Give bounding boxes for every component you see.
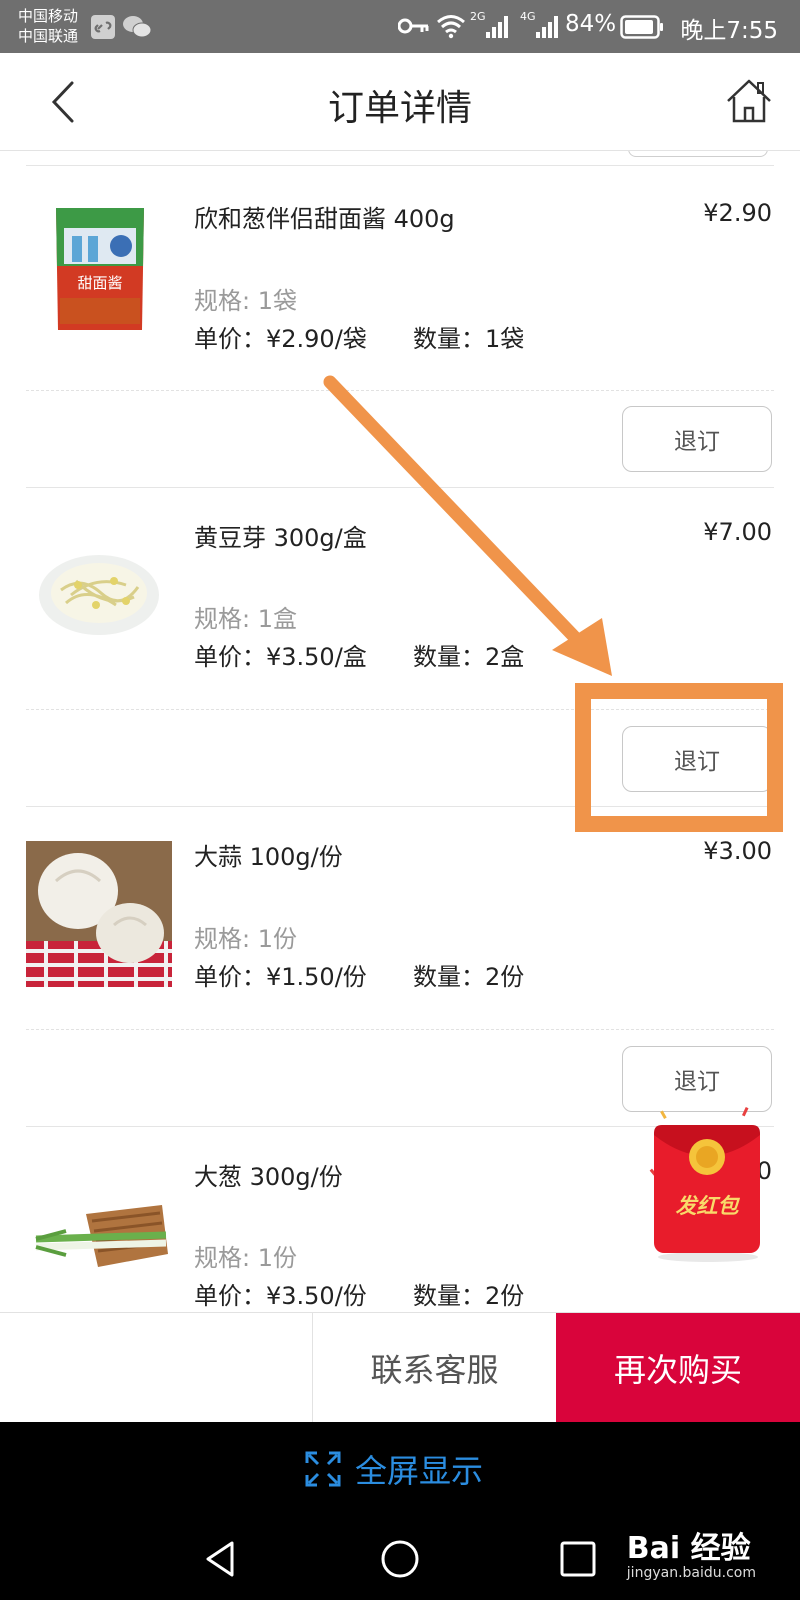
page-title: 订单详情 bbox=[327, 88, 472, 129]
product-image-garlic bbox=[26, 841, 172, 987]
item-name: 大葱 300g/份 bbox=[194, 1163, 343, 1191]
item-divider-dashed bbox=[26, 390, 774, 391]
item-name: 黄豆芽 300g/盒 bbox=[194, 524, 367, 552]
red-packet-button[interactable]: 发红包 bbox=[648, 1105, 766, 1265]
item-unit-price: 单价：¥2.90/袋 bbox=[194, 325, 367, 353]
page-header: 订单详情 bbox=[0, 53, 800, 151]
item-quantity: 数量：2盒 bbox=[413, 643, 525, 671]
refund-button[interactable]: 退订 bbox=[622, 1046, 772, 1112]
battery-icon bbox=[620, 15, 663, 39]
item-divider bbox=[26, 165, 774, 166]
item-spec: 规格: 1袋 bbox=[194, 287, 297, 315]
item-price: ¥7.00 bbox=[703, 518, 772, 546]
item-spec: 规格: 1份 bbox=[194, 925, 297, 953]
carrier-2: 中国联通 bbox=[18, 27, 79, 45]
bottom-action-bar: 联系客服 再次购买 bbox=[0, 1312, 800, 1423]
item-name: 欣和葱伴侣甜面酱 400g bbox=[194, 205, 455, 233]
red-packet-label: 发红包 bbox=[676, 1194, 741, 1218]
item-spec: 规格: 1份 bbox=[194, 1244, 297, 1272]
refund-button-partial[interactable] bbox=[628, 151, 768, 157]
fullscreen-icon bbox=[305, 1451, 341, 1487]
home-icon[interactable] bbox=[724, 77, 774, 127]
item-price: ¥2.90 bbox=[703, 199, 772, 227]
item-spec: 规格: 1盒 bbox=[194, 605, 297, 633]
fullscreen-button[interactable]: 全屏显示 bbox=[305, 1446, 483, 1492]
contact-service-button[interactable]: 联系客服 bbox=[312, 1313, 556, 1423]
watermark-url: jingyan.baidu.com bbox=[626, 1565, 756, 1581]
item-quantity: 数量：2份 bbox=[413, 963, 525, 991]
item-unit-price: 单价：¥3.50/份 bbox=[194, 1282, 367, 1310]
item-price: ¥3.00 bbox=[703, 837, 772, 865]
refund-button[interactable]: 退订 bbox=[622, 406, 772, 472]
fullscreen-label: 全屏显示 bbox=[355, 1452, 484, 1490]
item-quantity: 数量：2份 bbox=[413, 1282, 525, 1310]
item-divider-dashed bbox=[26, 709, 774, 710]
system-nav-bar: Bai 经验 jingyan.baidu.com bbox=[0, 1517, 800, 1600]
wechat-icon bbox=[123, 16, 152, 38]
item-divider bbox=[26, 806, 774, 807]
item-divider-dashed bbox=[26, 1029, 774, 1030]
product-image-label: 甜面酱 bbox=[77, 274, 122, 292]
buy-again-button[interactable]: 再次购买 bbox=[556, 1313, 800, 1423]
item-divider bbox=[26, 487, 774, 488]
nav-recents-icon[interactable] bbox=[554, 1535, 602, 1583]
item-unit-price: 单价：¥3.50/盒 bbox=[194, 643, 367, 671]
status-bar: 中国移动 中国联通 2G 4G 84% 晚上7:55 bbox=[0, 0, 800, 53]
signal-icon-2 bbox=[536, 16, 558, 38]
key-icon bbox=[398, 18, 429, 34]
refund-button[interactable]: 退订 bbox=[622, 726, 772, 792]
product-image-sweet-bean-sauce: 甜面酱 bbox=[26, 196, 172, 342]
item-quantity: 数量：1袋 bbox=[413, 325, 525, 353]
clock: 晚上7:55 bbox=[680, 18, 778, 44]
item-name: 大蒜 100g/份 bbox=[194, 843, 343, 871]
watermark-logo: Bai 经验 bbox=[626, 1531, 751, 1566]
nav-home-icon[interactable] bbox=[376, 1535, 424, 1583]
battery-percent: 84% bbox=[565, 11, 617, 37]
item-unit-price: 单价：¥1.50/份 bbox=[194, 963, 367, 991]
link-icon bbox=[91, 15, 115, 39]
carrier-info: 中国移动 中国联通 bbox=[18, 6, 78, 46]
fullscreen-bar: 全屏显示 bbox=[0, 1422, 800, 1517]
nav-back-icon[interactable] bbox=[198, 1535, 246, 1583]
product-image-soybean-sprouts bbox=[26, 515, 172, 661]
product-image-scallion bbox=[26, 1159, 172, 1305]
carrier-1: 中国移动 bbox=[18, 7, 79, 25]
signal-icon-1 bbox=[486, 16, 508, 38]
baidu-jingyan-watermark: Bai 经验 jingyan.baidu.com bbox=[627, 1523, 756, 1581]
wifi-icon bbox=[437, 15, 465, 39]
